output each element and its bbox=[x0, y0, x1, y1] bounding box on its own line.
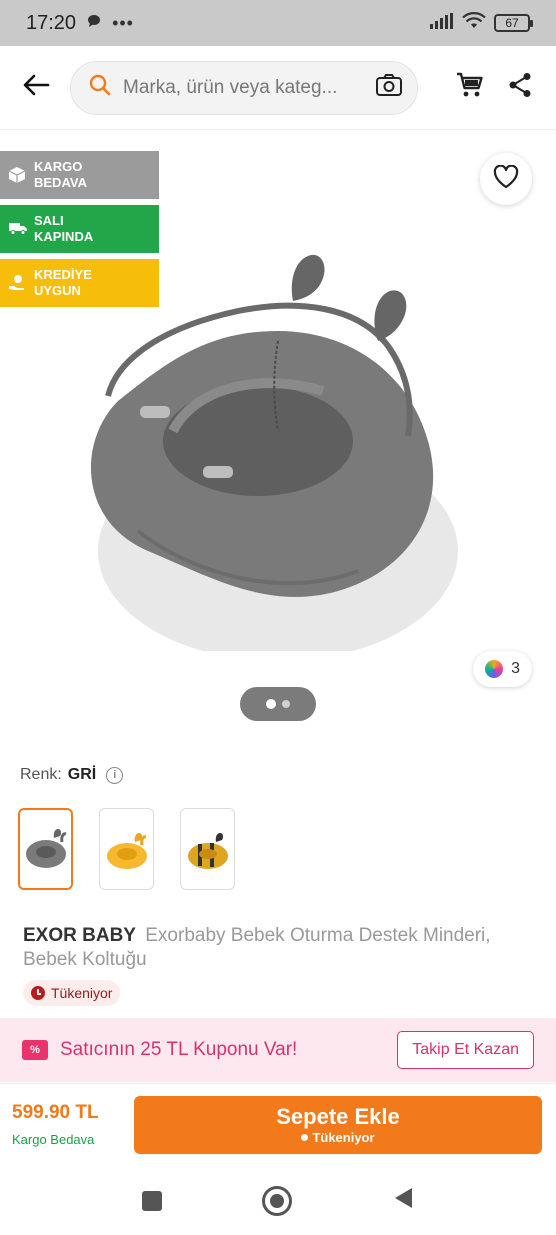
color-variants bbox=[18, 808, 235, 890]
coupon-banner: % Satıcının 25 TL Kuponu Var! Takip Et K… bbox=[0, 1018, 556, 1082]
badge-free-shipping: KARGO BEDAVA bbox=[0, 151, 159, 199]
box-icon bbox=[8, 166, 26, 184]
system-back-button[interactable] bbox=[392, 1186, 414, 1215]
search-input[interactable] bbox=[123, 76, 363, 99]
search-icon bbox=[89, 74, 111, 101]
photo-review-icon bbox=[485, 660, 504, 678]
coupon-text: Satıcının 25 TL Kuponu Var! bbox=[60, 1039, 298, 1060]
home-button[interactable] bbox=[262, 1185, 292, 1216]
purchase-bar: 599.90 TL Kargo Bedava Sepete Ekle Tüken… bbox=[0, 1083, 556, 1165]
coupon-icon: % bbox=[22, 1040, 48, 1060]
heart-icon bbox=[493, 164, 519, 194]
status-bar: 17:20 ••• 67 bbox=[0, 0, 556, 46]
back-button[interactable] bbox=[16, 68, 56, 108]
chat-bubble-icon bbox=[86, 13, 102, 34]
selected-color: GRİ bbox=[67, 766, 97, 783]
recents-button[interactable] bbox=[142, 1190, 162, 1211]
variant-gray[interactable] bbox=[18, 808, 73, 890]
share-icon[interactable] bbox=[508, 72, 532, 103]
wifi-icon bbox=[462, 11, 486, 35]
app-header bbox=[0, 46, 556, 130]
gallery-pager bbox=[240, 687, 316, 721]
product-brand[interactable]: EXOR BABY bbox=[23, 925, 136, 946]
product-title: EXOR BABY Exorbaby Bebek Oturma Destek M… bbox=[23, 924, 533, 972]
review-photos-chip[interactable]: 3 bbox=[473, 651, 532, 687]
cart-icon[interactable] bbox=[456, 72, 484, 103]
camera-icon[interactable] bbox=[375, 73, 403, 102]
follow-and-earn-button[interactable]: Takip Et Kazan bbox=[397, 1031, 534, 1069]
more-dots-icon: ••• bbox=[112, 12, 134, 33]
add-to-cart-sublabel: Tükeniyor bbox=[301, 1130, 374, 1145]
variant-yellow[interactable] bbox=[99, 808, 154, 890]
add-to-cart-label: Sepete Ekle bbox=[276, 1104, 400, 1129]
pager-dot bbox=[282, 700, 290, 708]
product-detail-screen: 17:20 ••• 67 Marka, ürün veya kateg... K… bbox=[0, 0, 556, 1235]
system-navigation-bar bbox=[0, 1166, 556, 1235]
shipping-info: Kargo Bedava bbox=[12, 1132, 95, 1147]
info-icon[interactable]: i bbox=[106, 766, 124, 784]
review-count: 3 bbox=[511, 660, 520, 677]
favorite-button[interactable] bbox=[480, 153, 532, 205]
product-image bbox=[78, 231, 458, 661]
variant-yellow-black[interactable] bbox=[180, 808, 235, 890]
pager-dot-active bbox=[266, 699, 276, 709]
clock-icon bbox=[31, 986, 45, 1000]
stock-status-badge: Tükeniyor bbox=[23, 980, 121, 1006]
product-gallery[interactable]: KARGOBEDAVA SALIKAPINDA KREDİYEUYGUN bbox=[0, 131, 556, 741]
status-time: 17:20 bbox=[26, 11, 77, 34]
back-arrow-icon bbox=[22, 73, 50, 102]
signal-icon bbox=[430, 12, 454, 34]
battery-icon: 67 bbox=[494, 14, 533, 32]
product-price: 599.90 TL bbox=[12, 1102, 99, 1123]
search-bar[interactable] bbox=[70, 60, 418, 115]
truck-icon bbox=[8, 220, 27, 238]
coins-hand-icon bbox=[8, 274, 26, 292]
add-to-cart-button[interactable]: Sepete Ekle Tükeniyor bbox=[134, 1095, 542, 1154]
color-selector-label: Renk: GRİ i bbox=[20, 766, 124, 784]
